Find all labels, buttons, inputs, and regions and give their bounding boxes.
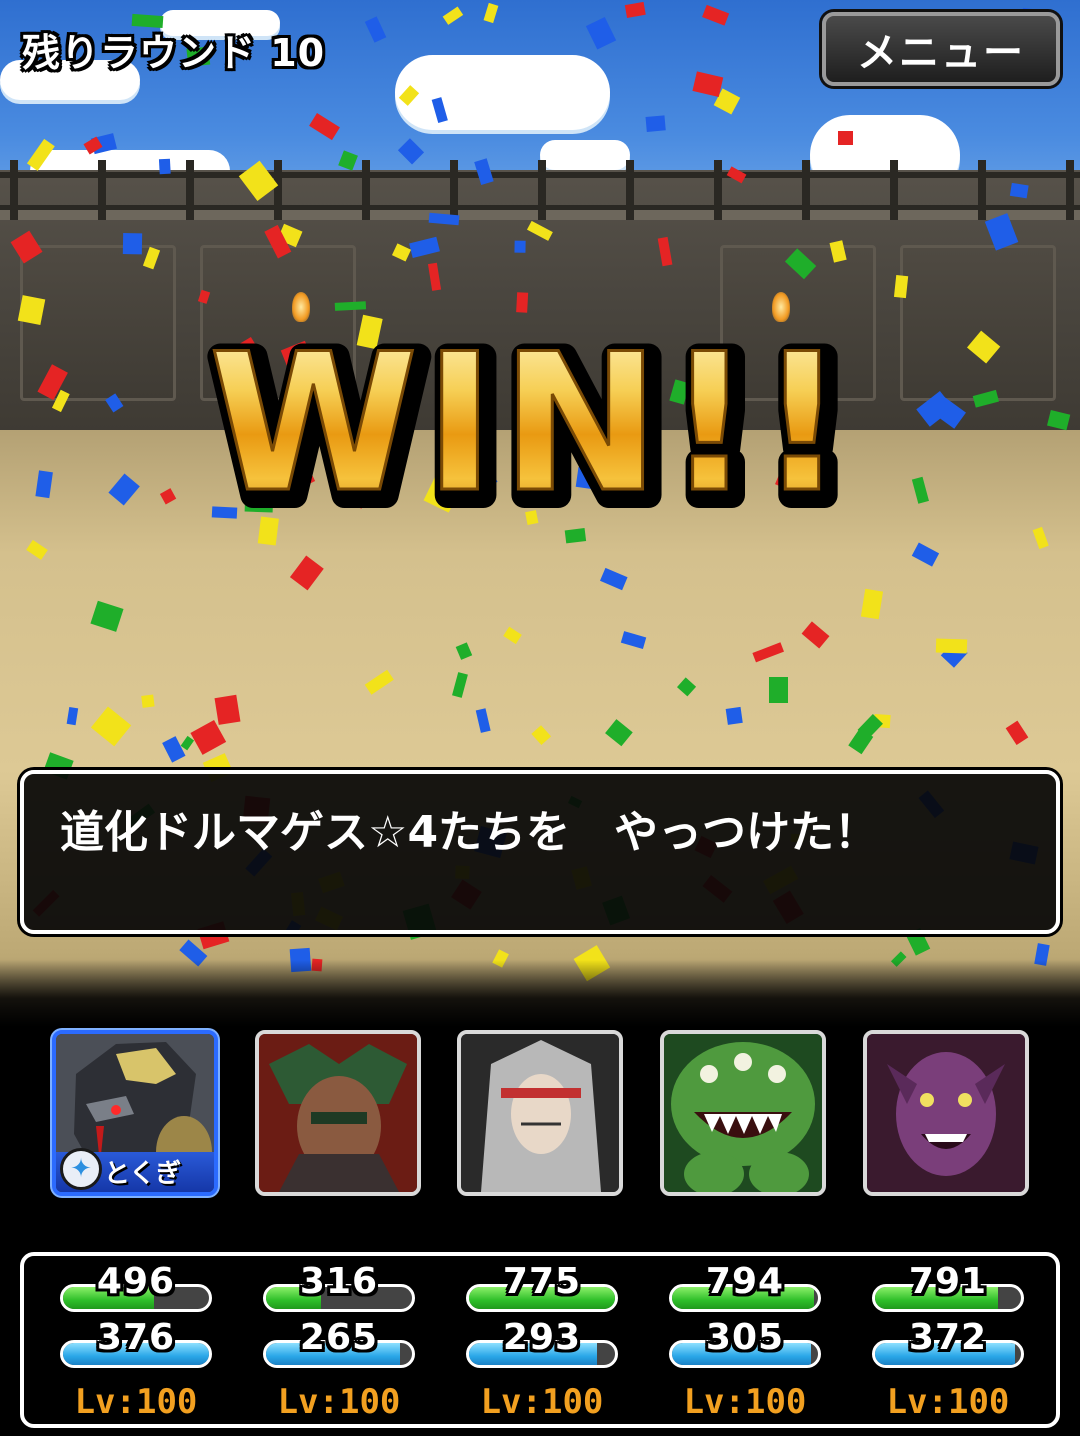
win-banner: WIN!! WIN!!	[0, 335, 1080, 515]
fence-post	[450, 160, 458, 220]
fence-post	[10, 160, 18, 220]
menu-button[interactable]: メニュー	[822, 12, 1060, 86]
confetti-piece	[122, 233, 143, 255]
confetti-piece	[334, 301, 366, 311]
confetti-piece	[258, 516, 280, 546]
fence-post	[362, 160, 370, 220]
confetti-piece	[515, 291, 528, 313]
confetti-piece	[935, 638, 968, 654]
party-status-3: 775 293 Lv:100	[430, 1256, 618, 1432]
confetti-piece	[514, 240, 526, 253]
torch-flame	[292, 292, 310, 322]
mp-value: 265	[299, 1317, 379, 1358]
confetti-piece	[1010, 182, 1029, 198]
fence-post	[98, 160, 106, 220]
confetti-piece	[837, 131, 854, 146]
purple-demon-lord-portrait	[867, 1034, 1025, 1192]
hp-value: 794	[705, 1261, 785, 1302]
fence-post	[1066, 160, 1074, 220]
party-status-1: 496 376 Lv:100	[24, 1256, 212, 1432]
green-three-eyed-monster-portrait	[664, 1034, 822, 1192]
level-label: Lv:100	[74, 1382, 198, 1422]
mp-value: 293	[502, 1317, 582, 1358]
party-status-5: 791 372 Lv:100	[836, 1256, 1024, 1432]
skill-badge-label: とくぎ	[104, 1159, 182, 1189]
level-label: Lv:100	[683, 1382, 807, 1422]
message-window[interactable]: 道化ドルマゲス☆4たちを やっつけた！	[20, 770, 1060, 934]
confetti-piece	[141, 694, 155, 708]
confetti-piece	[894, 274, 909, 299]
party-status-2: 316 265 Lv:100	[227, 1256, 415, 1432]
party-portrait-4[interactable]	[660, 1030, 826, 1196]
crystal-shield-icon: ✦	[60, 1148, 102, 1190]
party-portrait-1[interactable]: ✦ とくぎ	[52, 1030, 218, 1196]
fence-post	[714, 160, 722, 220]
win-banner-graphic: WIN!! WIN!!	[202, 335, 865, 515]
hp-value: 316	[299, 1261, 379, 1302]
confetti-piece	[644, 115, 666, 133]
confetti-piece	[158, 158, 172, 175]
confetti-piece	[768, 677, 788, 703]
party-portrait-5[interactable]	[863, 1030, 1029, 1196]
confetti-piece	[726, 706, 743, 725]
party-status-panel: 496 376 Lv:100 316 265 Lv:100 775 293 Lv…	[20, 1252, 1060, 1428]
fence-post	[890, 160, 898, 220]
party-portrait-2[interactable]	[255, 1030, 421, 1196]
battle-message: 道化ドルマゲス☆4たちを やっつけた！	[60, 807, 879, 858]
level-label: Lv:100	[886, 1382, 1010, 1422]
mp-value: 305	[705, 1317, 785, 1358]
fence-post	[186, 160, 194, 220]
fence-post	[802, 160, 810, 220]
party-portrait-3[interactable]	[457, 1030, 623, 1196]
fence-post	[274, 160, 282, 220]
fence-post	[626, 160, 634, 220]
hp-value: 791	[908, 1261, 988, 1302]
hp-value: 496	[96, 1261, 176, 1302]
party-status-4: 794 305 Lv:100	[633, 1256, 821, 1432]
demon-warrior-portrait	[259, 1034, 417, 1192]
long-haired-elf-portrait	[461, 1034, 619, 1192]
confetti-piece	[214, 694, 241, 726]
torch-flame	[772, 292, 790, 322]
rounds-remaining-label: 残りラウンド 10	[22, 31, 326, 75]
cloud	[395, 55, 610, 130]
hp-value: 775	[502, 1261, 582, 1302]
fence-post	[978, 160, 986, 220]
win-text: WIN!!	[209, 335, 852, 515]
fence-post	[538, 160, 546, 220]
mp-value: 372	[908, 1317, 988, 1358]
mp-value: 376	[96, 1317, 176, 1358]
cloud	[540, 140, 630, 170]
level-label: Lv:100	[480, 1382, 604, 1422]
skill-badge[interactable]: ✦ とくぎ	[56, 1148, 214, 1192]
battle-screen: 残りラウンド 10 メニュー WIN!! WIN!! 道化ドルマゲス☆4たちを …	[0, 0, 1080, 1436]
level-label: Lv:100	[277, 1382, 401, 1422]
